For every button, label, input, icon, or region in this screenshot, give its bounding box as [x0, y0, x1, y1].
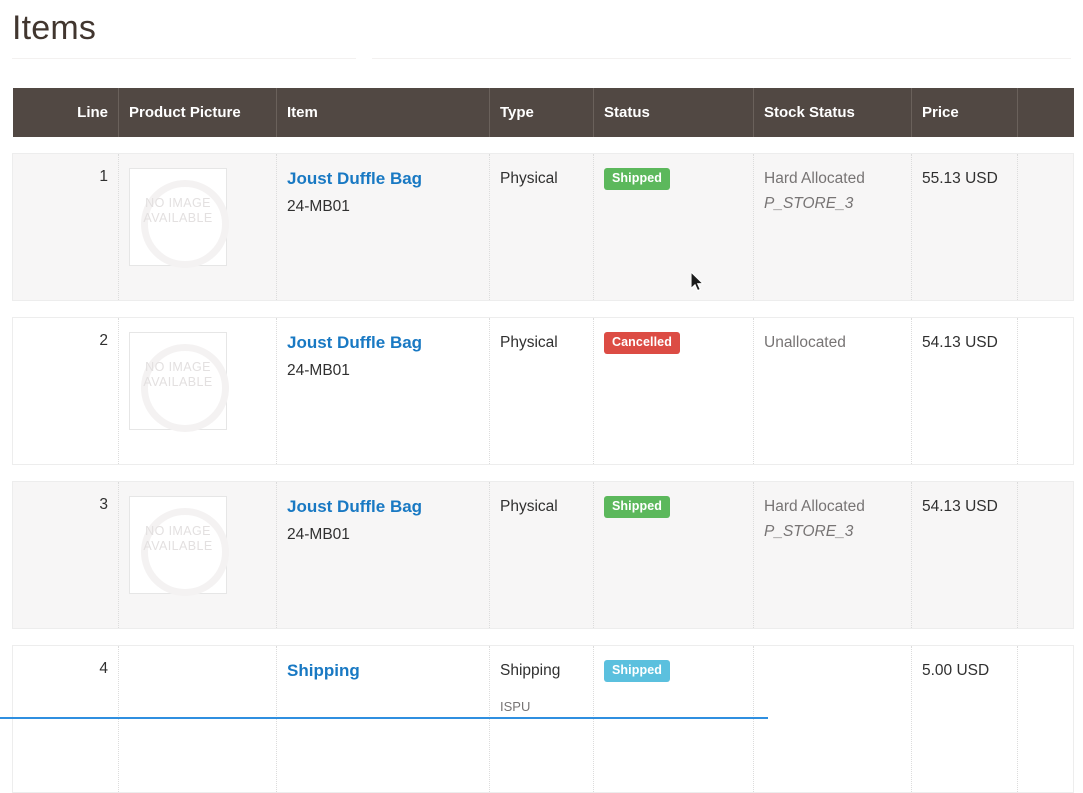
price-value: 55.13 USD [922, 170, 998, 187]
table-row[interactable]: 4 Shipping Shipping ISPU Shipped 5.00 USD [12, 645, 1074, 793]
cell-item: Joust Duffle Bag 24-MB01 [276, 317, 490, 465]
cell-price: 55.13 USD [911, 153, 1018, 301]
item-sku: 24-MB01 [287, 526, 350, 543]
row-spacer-cell [12, 137, 1074, 154]
status-badge: Cancelled [604, 332, 680, 354]
cell-price: 54.13 USD [911, 481, 1018, 629]
no-image-placeholder-label: NO IMAGE AVAILABLE [130, 360, 226, 390]
column-header-item[interactable]: Item [276, 88, 490, 137]
row-spacer [12, 628, 1074, 646]
column-header-stock-status[interactable]: Stock Status [753, 88, 912, 137]
cell-type: Physical [489, 481, 594, 629]
item-name-link[interactable]: Joust Duffle Bag [287, 496, 479, 518]
cell-stock-status [753, 645, 912, 793]
cell-line-number: 4 [12, 645, 119, 793]
cell-line-number: 2 [12, 317, 119, 465]
cell-actions [1017, 645, 1074, 793]
type-value: Physical [500, 334, 558, 351]
item-name-link[interactable]: Shipping [287, 660, 479, 682]
stock-status-value: Hard Allocated [764, 498, 865, 515]
row-spacer-cell [12, 628, 1074, 646]
no-image-placeholder-icon: NO IMAGE AVAILABLE [129, 168, 229, 268]
column-header-type[interactable]: Type [489, 88, 594, 137]
status-badge: Shipped [604, 168, 671, 190]
table-row[interactable]: 3 NO IMAGE AVAILABLE Joust Duffle Bag 24-MB0… [12, 481, 1074, 629]
type-value: Shipping [500, 662, 561, 679]
item-name-link[interactable]: Joust Duffle Bag [287, 332, 479, 354]
type-value: Physical [500, 498, 558, 515]
focus-indicator-bar [0, 717, 768, 719]
no-image-placeholder-label: NO IMAGE AVAILABLE [130, 524, 226, 554]
column-header-price[interactable]: Price [911, 88, 1018, 137]
page-title: Items [12, 9, 97, 47]
cell-product-picture: NO IMAGE AVAILABLE [118, 153, 277, 301]
no-image-placeholder-icon: NO IMAGE AVAILABLE [129, 496, 229, 596]
cell-item: Shipping [276, 645, 490, 793]
cell-product-picture: NO IMAGE AVAILABLE [118, 481, 277, 629]
status-badge: Shipped [604, 660, 671, 682]
cell-type: Physical [489, 317, 594, 465]
cell-stock-status: Hard Allocated P_STORE_3 [753, 481, 912, 629]
row-spacer-cell [12, 464, 1074, 482]
column-header-line[interactable]: Line [12, 88, 119, 137]
row-spacer [12, 300, 1074, 318]
table-row[interactable]: 2 NO IMAGE AVAILABLE Joust Duffle Bag 24-MB0… [12, 317, 1074, 465]
cell-product-picture: NO IMAGE AVAILABLE [118, 317, 277, 465]
cell-actions [1017, 153, 1074, 301]
type-value: Physical [500, 170, 558, 187]
row-spacer [12, 137, 1074, 154]
price-value: 54.13 USD [922, 334, 998, 351]
price-value: 5.00 USD [922, 662, 990, 679]
no-image-placeholder-label: NO IMAGE AVAILABLE [130, 196, 226, 226]
table-row[interactable]: 1 NO IMAGE AVAILABLE Joust Duffle Bag 24-MB0… [12, 153, 1074, 301]
table-header-row: Line Product Picture Item Type Status St… [12, 88, 1074, 137]
no-image-line-2: AVAILABLE [143, 539, 213, 553]
cell-status: Shipped [593, 153, 754, 301]
stock-status-value: Hard Allocated [764, 170, 865, 187]
item-sku: 24-MB01 [287, 198, 350, 215]
no-image-line-1: NO IMAGE [145, 196, 211, 210]
cell-price: 5.00 USD [911, 645, 1018, 793]
cell-line-number: 1 [12, 153, 119, 301]
page-header: Items [0, 0, 1083, 70]
row-spacer [12, 464, 1074, 482]
cell-product-picture [118, 645, 277, 793]
items-table-container: Line Product Picture Item Type Status St… [12, 88, 1074, 793]
cell-type: Shipping ISPU [489, 645, 594, 793]
items-table: Line Product Picture Item Type Status St… [12, 88, 1074, 793]
cell-status: Cancelled [593, 317, 754, 465]
type-subtype-value: ISPU [500, 699, 531, 714]
status-badge: Shipped [604, 496, 671, 518]
header-divider [12, 58, 1071, 59]
no-image-placeholder-icon: NO IMAGE AVAILABLE [129, 332, 229, 432]
no-image-line-2: AVAILABLE [143, 211, 213, 225]
stock-source-name: P_STORE_3 [764, 523, 854, 540]
cell-actions [1017, 317, 1074, 465]
cell-status: Shipped [593, 481, 754, 629]
cell-item: Joust Duffle Bag 24-MB01 [276, 481, 490, 629]
stock-source-name: P_STORE_3 [764, 195, 854, 212]
cell-price: 54.13 USD [911, 317, 1018, 465]
price-value: 54.13 USD [922, 498, 998, 515]
column-header-status[interactable]: Status [593, 88, 754, 137]
cell-item: Joust Duffle Bag 24-MB01 [276, 153, 490, 301]
stock-status-value: Unallocated [764, 334, 846, 351]
column-header-product-picture[interactable]: Product Picture [118, 88, 277, 137]
row-spacer-cell [12, 300, 1074, 318]
items-table-head: Line Product Picture Item Type Status St… [12, 88, 1074, 137]
cell-type: Physical [489, 153, 594, 301]
header-divider-gap [356, 58, 372, 60]
no-image-line-1: NO IMAGE [145, 524, 211, 538]
cell-stock-status: Unallocated [753, 317, 912, 465]
item-sku: 24-MB01 [287, 362, 350, 379]
no-image-line-2: AVAILABLE [143, 375, 213, 389]
item-name-link[interactable]: Joust Duffle Bag [287, 168, 479, 190]
items-table-body: 1 NO IMAGE AVAILABLE Joust Duffle Bag 24-MB0… [12, 137, 1074, 793]
no-image-line-1: NO IMAGE [145, 360, 211, 374]
column-header-actions [1017, 88, 1074, 137]
cell-actions [1017, 481, 1074, 629]
cell-stock-status: Hard Allocated P_STORE_3 [753, 153, 912, 301]
cell-status: Shipped [593, 645, 754, 793]
cell-line-number: 3 [12, 481, 119, 629]
